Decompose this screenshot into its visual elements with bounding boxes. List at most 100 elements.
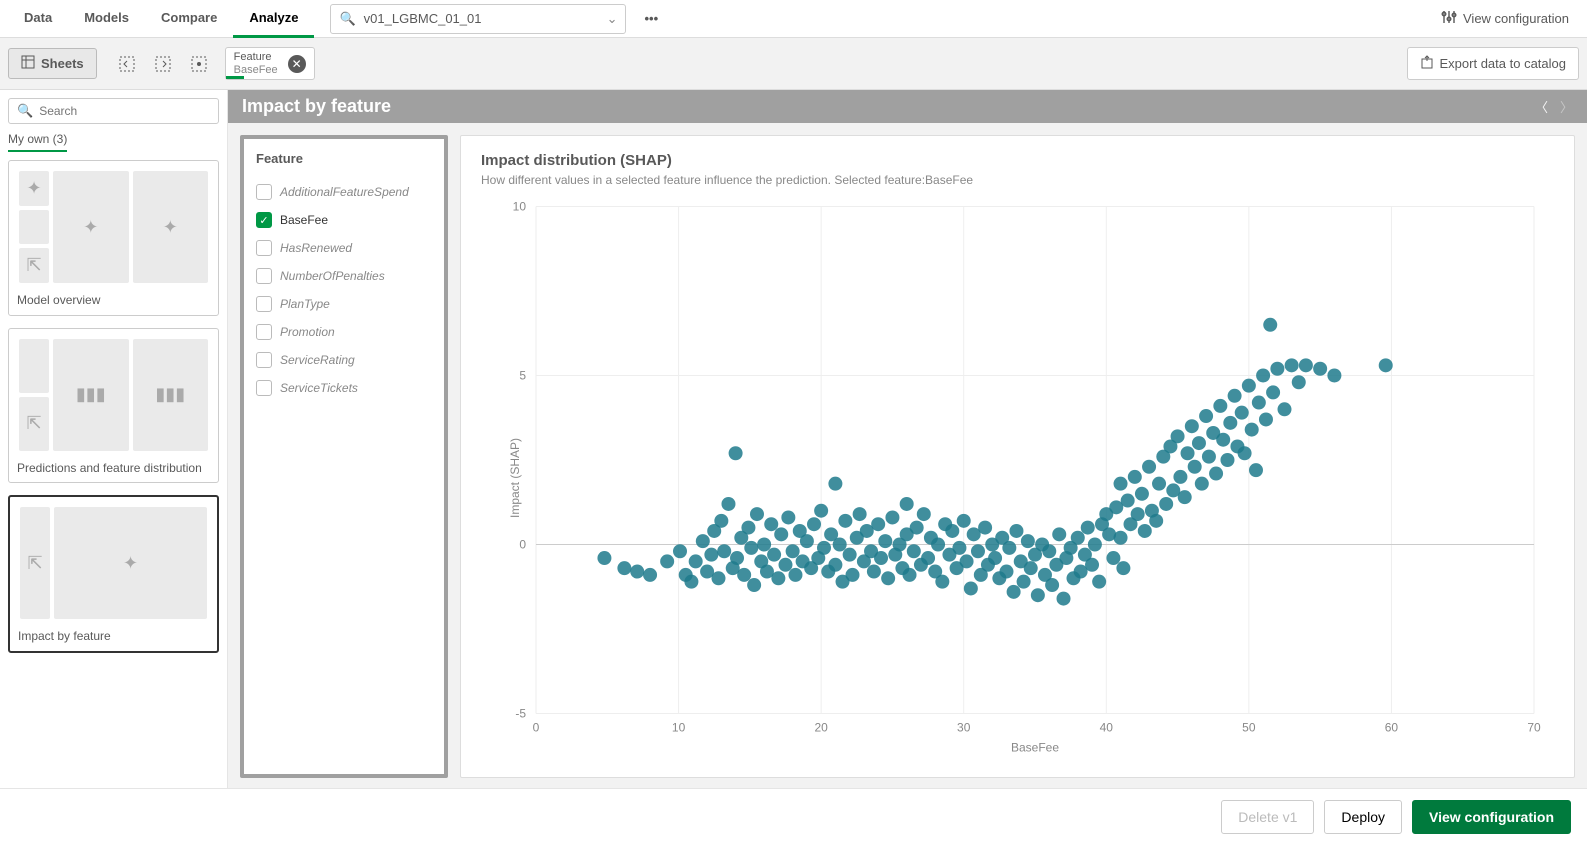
svg-text:50: 50 (1242, 721, 1256, 735)
sliders-icon (1441, 9, 1457, 28)
feature-label: BaseFee (280, 213, 328, 227)
feature-item-plantype[interactable]: PlanType (256, 290, 432, 318)
export-icon: ⇱ (26, 413, 41, 434)
filter-chip-title: Feature (234, 51, 278, 63)
sheet-thumbnails: ✦ ⇱ ✦ ✦ Model overview ⇱ ▮▮▮ ▮▮▮ (8, 160, 219, 653)
step-forward-selection-icon[interactable] (153, 54, 173, 74)
svg-text:70: 70 (1527, 721, 1541, 735)
tab-compare[interactable]: Compare (145, 0, 233, 38)
tab-models[interactable]: Models (68, 0, 145, 38)
svg-text:5: 5 (519, 369, 526, 383)
clear-selection-icon[interactable] (189, 54, 209, 74)
view-configuration-link[interactable]: View configuration (1431, 3, 1579, 34)
svg-text:40: 40 (1100, 721, 1114, 735)
export-data-label: Export data to catalog (1440, 56, 1566, 71)
chart-area[interactable]: 010203040506070-50510BaseFee Impact (SHA… (481, 195, 1554, 761)
search-icon: 🔍 (17, 103, 33, 119)
checkbox-icon (256, 352, 272, 368)
content-header: Impact by feature 〈 〉 (228, 90, 1587, 123)
checkbox-icon (256, 380, 272, 396)
view-configuration-label: View configuration (1463, 11, 1569, 26)
svg-text:60: 60 (1385, 721, 1399, 735)
puzzle-icon: ✦ (26, 178, 41, 199)
feature-label: ServiceTickets (280, 381, 358, 395)
sheets-icon (21, 55, 35, 72)
chart-panel: Impact distribution (SHAP) How different… (460, 135, 1575, 778)
next-sheet-arrow-icon[interactable]: 〉 (1560, 97, 1573, 116)
feature-filter-panel: Feature AdditionalFeatureSpend BaseFee H… (240, 135, 448, 778)
delete-version-button[interactable]: Delete v1 (1221, 800, 1314, 834)
selection-tools (117, 54, 209, 74)
main-area: 🔍 My own (3) ✦ ⇱ ✦ ✦ Model overview (0, 90, 1587, 788)
checkbox-icon (256, 240, 272, 256)
feature-label: AdditionalFeatureSpend (280, 185, 409, 199)
shap-scatter-plot: 010203040506070-50510BaseFee (481, 195, 1554, 761)
filter-chip-close-icon[interactable]: ✕ (288, 55, 306, 73)
sidebar-section-label: My own (3) (8, 132, 67, 152)
feature-panel-title: Feature (256, 151, 432, 166)
filter-chip-feature[interactable]: Feature BaseFee ✕ (225, 47, 315, 79)
checkbox-icon (256, 212, 272, 228)
feature-label: PlanType (280, 297, 330, 311)
tab-analyze[interactable]: Analyze (233, 0, 314, 38)
sheet-thumb-model-overview[interactable]: ✦ ⇱ ✦ ✦ Model overview (8, 160, 219, 316)
more-menu-button[interactable]: ••• (634, 5, 668, 32)
toolbar: Sheets Feature BaseFee ✕ Export data to … (0, 38, 1587, 90)
y-axis-label: Impact (SHAP) (508, 438, 522, 518)
checkbox-icon (256, 324, 272, 340)
export-icon: ⇱ (26, 255, 41, 276)
checkbox-icon (256, 296, 272, 312)
search-icon: 🔍 (339, 11, 355, 27)
tab-data[interactable]: Data (8, 0, 68, 38)
svg-text:10: 10 (672, 721, 686, 735)
svg-text:20: 20 (814, 721, 828, 735)
view-configuration-button[interactable]: View configuration (1412, 800, 1571, 834)
sheet-thumb-label: Predictions and feature distribution (15, 461, 212, 477)
checkbox-icon (256, 268, 272, 284)
bar-chart-icon: ▮▮▮ (76, 384, 106, 405)
export-data-button[interactable]: Export data to catalog (1407, 47, 1579, 80)
chart-subtitle: How different values in a selected featu… (481, 173, 1554, 187)
sidebar: 🔍 My own (3) ✦ ⇱ ✦ ✦ Model overview (0, 90, 228, 788)
feature-item-additionalfeaturespend[interactable]: AdditionalFeatureSpend (256, 178, 432, 206)
svg-text:10: 10 (513, 200, 527, 214)
feature-label: NumberOfPenalties (280, 269, 385, 283)
sheets-label: Sheets (41, 56, 84, 71)
footer: Delete v1 Deploy View configuration (0, 788, 1587, 844)
export-icon (1420, 55, 1434, 72)
feature-item-basefee[interactable]: BaseFee (256, 206, 432, 234)
feature-label: Promotion (280, 325, 335, 339)
sheet-thumb-impact-by-feature[interactable]: ⇱ ✦ Impact by feature (8, 495, 219, 653)
nav-tabs: Data Models Compare Analyze (8, 0, 314, 38)
puzzle-icon: ✦ (163, 217, 178, 238)
sheet-thumb-label: Impact by feature (16, 629, 211, 645)
checkbox-icon (256, 184, 272, 200)
sidebar-search[interactable]: 🔍 (8, 98, 219, 124)
puzzle-icon: ✦ (123, 553, 138, 574)
feature-item-hasrenewed[interactable]: HasRenewed (256, 234, 432, 262)
chevron-down-icon: ⌄ (607, 11, 618, 27)
sheet-thumb-predictions[interactable]: ⇱ ▮▮▮ ▮▮▮ Predictions and feature distri… (8, 328, 219, 484)
page-title: Impact by feature (242, 96, 391, 117)
step-back-selection-icon[interactable] (117, 54, 137, 74)
bar-chart-icon: ▮▮▮ (155, 384, 185, 405)
sheets-button[interactable]: Sheets (8, 48, 97, 79)
feature-item-servicetickets[interactable]: ServiceTickets (256, 374, 432, 402)
model-selector[interactable]: 🔍 v01_LGBMC_01_01 ⌄ (330, 4, 626, 34)
feature-item-servicerating[interactable]: ServiceRating (256, 346, 432, 374)
feature-item-numberofpenalties[interactable]: NumberOfPenalties (256, 262, 432, 290)
feature-label: HasRenewed (280, 241, 352, 255)
feature-label: ServiceRating (280, 353, 355, 367)
export-icon: ⇱ (27, 553, 42, 574)
model-name: v01_LGBMC_01_01 (364, 11, 599, 26)
filter-chip-value: BaseFee (234, 64, 278, 76)
prev-sheet-arrow-icon[interactable]: 〈 (1535, 97, 1548, 116)
svg-text:-5: -5 (515, 707, 526, 721)
feature-item-promotion[interactable]: Promotion (256, 318, 432, 346)
content-panel: Impact by feature 〈 〉 Feature Additional… (228, 90, 1587, 788)
deploy-button[interactable]: Deploy (1324, 800, 1402, 834)
sidebar-search-input[interactable] (39, 104, 210, 118)
svg-text:0: 0 (519, 538, 526, 552)
svg-text:30: 30 (957, 721, 971, 735)
sheet-thumb-label: Model overview (15, 293, 212, 309)
